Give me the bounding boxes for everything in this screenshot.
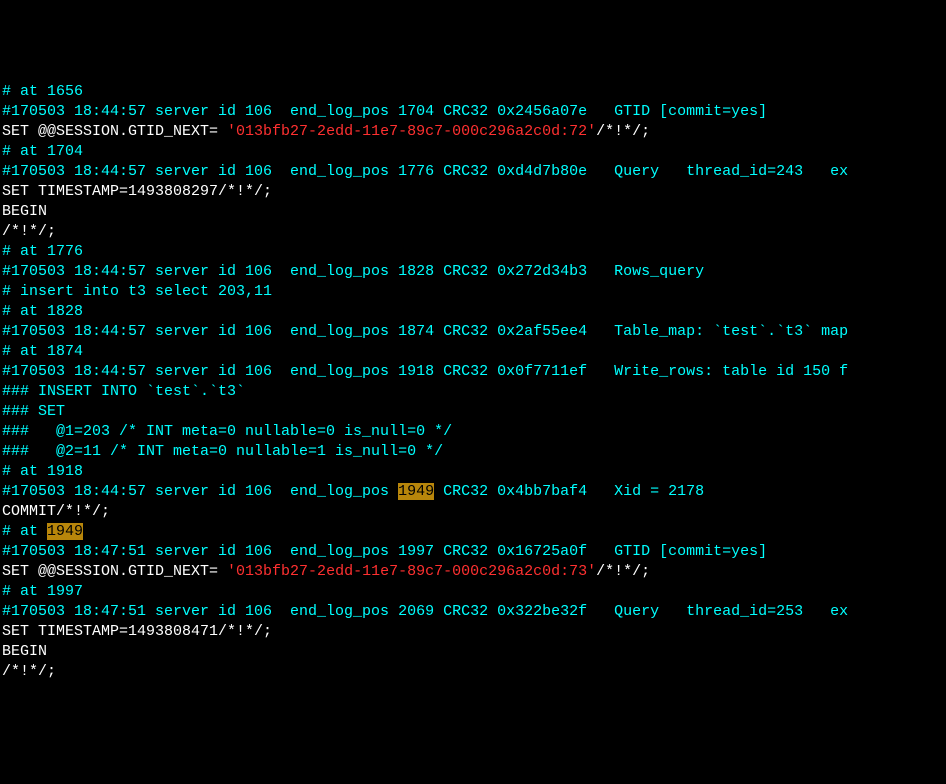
log-text-segment: SET @@SESSION.GTID_NEXT= bbox=[2, 563, 227, 580]
log-text-segment: # at bbox=[2, 523, 47, 540]
log-text-segment: /*!*/; bbox=[2, 223, 56, 240]
log-text-segment: COMMIT/*!*/; bbox=[2, 503, 110, 520]
log-line: #170503 18:44:57 server id 106 end_log_p… bbox=[2, 102, 944, 122]
log-text-segment: #170503 18:44:57 server id 106 end_log_p… bbox=[2, 263, 704, 280]
log-line: #170503 18:47:51 server id 106 end_log_p… bbox=[2, 602, 944, 622]
log-text-segment: ### SET bbox=[2, 403, 65, 420]
log-line: SET @@SESSION.GTID_NEXT= '013bfb27-2edd-… bbox=[2, 562, 944, 582]
log-line: #170503 18:44:57 server id 106 end_log_p… bbox=[2, 162, 944, 182]
log-line: # at 1918 bbox=[2, 462, 944, 482]
log-text-segment: #170503 18:44:57 server id 106 end_log_p… bbox=[2, 103, 767, 120]
log-line: ### @2=11 /* INT meta=0 nullable=1 is_nu… bbox=[2, 442, 944, 462]
log-line: SET @@SESSION.GTID_NEXT= '013bfb27-2edd-… bbox=[2, 122, 944, 142]
log-line: #170503 18:44:57 server id 106 end_log_p… bbox=[2, 482, 944, 502]
log-line: /*!*/; bbox=[2, 222, 944, 242]
terminal-output: # at 1656 #170503 18:44:57 server id 106 … bbox=[2, 82, 944, 682]
log-text-segment: /*!*/; bbox=[596, 563, 650, 580]
log-line: SET TIMESTAMP=1493808297/*!*/; bbox=[2, 182, 944, 202]
log-text-segment: BEGIN bbox=[2, 203, 47, 220]
log-text-segment: 1949 bbox=[398, 483, 434, 500]
log-text-segment: # insert into t3 select 203,11 bbox=[2, 283, 272, 300]
log-line: ### INSERT INTO `test`.`t3` bbox=[2, 382, 944, 402]
log-text-segment: BEGIN bbox=[2, 643, 47, 660]
log-text-segment: 1949 bbox=[47, 523, 83, 540]
log-text-segment: CRC32 0x4bb7baf4 Xid = 2178 bbox=[434, 483, 704, 500]
log-text-segment: # at 1776 bbox=[2, 243, 83, 260]
log-text-segment: ### @1=203 /* INT meta=0 nullable=0 is_n… bbox=[2, 423, 452, 440]
log-text-segment: /*!*/; bbox=[596, 123, 650, 140]
log-text-segment: ### INSERT INTO `test`.`t3` bbox=[2, 383, 245, 400]
log-line: /*!*/; bbox=[2, 662, 944, 682]
log-line: #170503 18:44:57 server id 106 end_log_p… bbox=[2, 362, 944, 382]
log-line: # at 1704 bbox=[2, 142, 944, 162]
log-text-segment: # at 1997 bbox=[2, 583, 83, 600]
log-line: SET TIMESTAMP=1493808471/*!*/; bbox=[2, 622, 944, 642]
log-line: # at 1997 bbox=[2, 582, 944, 602]
log-line: #170503 18:47:51 server id 106 end_log_p… bbox=[2, 542, 944, 562]
log-text-segment: SET TIMESTAMP=1493808297/*!*/; bbox=[2, 183, 272, 200]
log-line: ### @1=203 /* INT meta=0 nullable=0 is_n… bbox=[2, 422, 944, 442]
log-text-segment: # at 1874 bbox=[2, 343, 83, 360]
log-text-segment: # at 1918 bbox=[2, 463, 83, 480]
log-line: #170503 18:44:57 server id 106 end_log_p… bbox=[2, 262, 944, 282]
log-text-segment: # at 1828 bbox=[2, 303, 83, 320]
log-line: ### SET bbox=[2, 402, 944, 422]
log-text-segment: /*!*/; bbox=[2, 663, 56, 680]
log-text-segment: SET TIMESTAMP=1493808471/*!*/; bbox=[2, 623, 272, 640]
log-text-segment: '013bfb27-2edd-11e7-89c7-000c296a2c0d:72… bbox=[227, 123, 596, 140]
log-text-segment: #170503 18:44:57 server id 106 end_log_p… bbox=[2, 323, 848, 340]
log-line: # at 1776 bbox=[2, 242, 944, 262]
log-line: COMMIT/*!*/; bbox=[2, 502, 944, 522]
log-text-segment: #170503 18:44:57 server id 106 end_log_p… bbox=[2, 163, 848, 180]
log-line: # at 1828 bbox=[2, 302, 944, 322]
log-text-segment: #170503 18:47:51 server id 106 end_log_p… bbox=[2, 543, 767, 560]
log-text-segment: ### @2=11 /* INT meta=0 nullable=1 is_nu… bbox=[2, 443, 443, 460]
log-line: # at 1949 bbox=[2, 522, 944, 542]
log-text-segment: SET @@SESSION.GTID_NEXT= bbox=[2, 123, 227, 140]
log-line: # at 1656 bbox=[2, 82, 944, 102]
log-text-segment: #170503 18:44:57 server id 106 end_log_p… bbox=[2, 483, 398, 500]
log-line: # at 1874 bbox=[2, 342, 944, 362]
log-text-segment: # at 1704 bbox=[2, 143, 83, 160]
log-text-segment: #170503 18:44:57 server id 106 end_log_p… bbox=[2, 363, 848, 380]
log-text-segment: '013bfb27-2edd-11e7-89c7-000c296a2c0d:73… bbox=[227, 563, 596, 580]
log-line: BEGIN bbox=[2, 642, 944, 662]
log-line: #170503 18:44:57 server id 106 end_log_p… bbox=[2, 322, 944, 342]
log-line: # insert into t3 select 203,11 bbox=[2, 282, 944, 302]
log-text-segment: # at 1656 bbox=[2, 83, 83, 100]
log-text-segment: #170503 18:47:51 server id 106 end_log_p… bbox=[2, 603, 848, 620]
log-line: BEGIN bbox=[2, 202, 944, 222]
